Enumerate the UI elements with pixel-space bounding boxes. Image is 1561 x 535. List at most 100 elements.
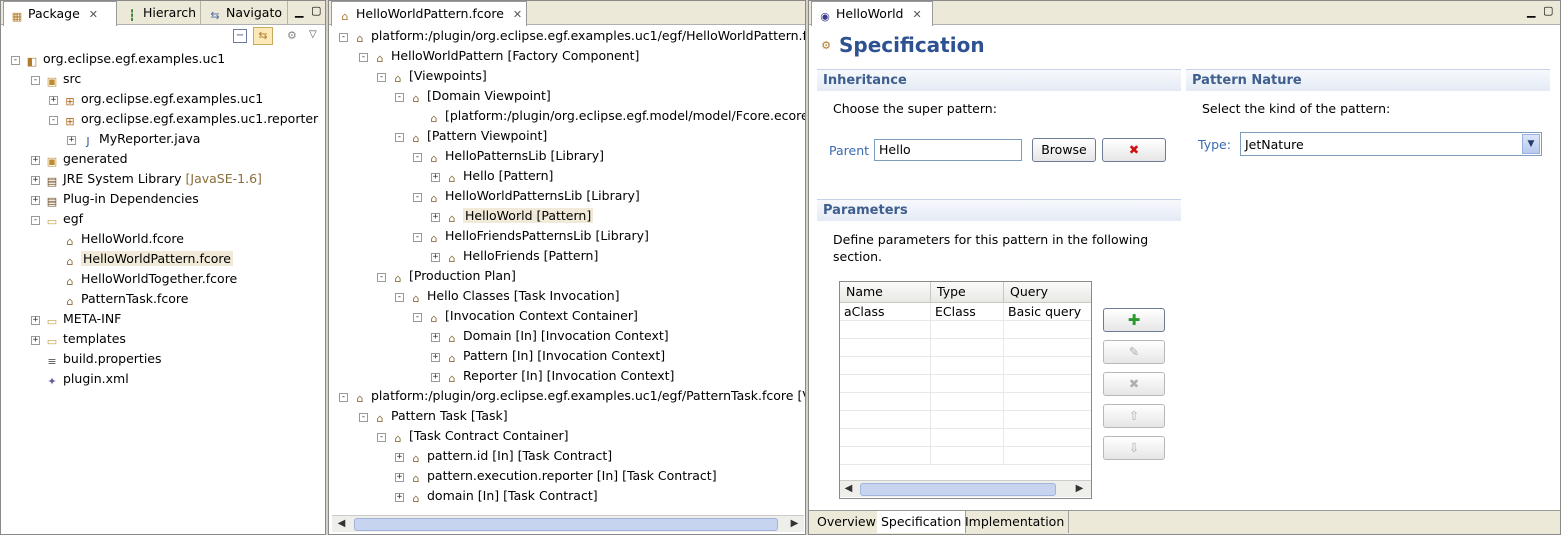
- package-tree-item[interactable]: - ▭ egf: [31, 209, 83, 229]
- expand-icon[interactable]: +: [431, 253, 440, 262]
- chevron-down-icon[interactable]: ▽: [309, 29, 317, 40]
- view-menu-icon[interactable]: ⚙: [287, 29, 297, 42]
- type-select[interactable]: JetNature ▼: [1240, 132, 1542, 156]
- tab-helloworld[interactable]: ◉ HelloWorld ✕: [811, 1, 933, 26]
- tab-package[interactable]: ▦ Package ✕: [3, 1, 117, 26]
- close-icon[interactable]: ✕: [89, 8, 98, 21]
- collapse-icon[interactable]: -: [395, 293, 404, 302]
- table-row[interactable]: [840, 393, 1091, 411]
- parameters-section-header[interactable]: Parameters: [817, 199, 1181, 221]
- table-row[interactable]: [840, 429, 1091, 447]
- package-tree-item[interactable]: - ▣ src: [31, 69, 81, 89]
- package-tree-item[interactable]: - ⊞ org.eclipse.egf.examples.uc1.reporter: [49, 109, 318, 129]
- add-parameter-button[interactable]: ✚: [1103, 308, 1165, 332]
- fcore-tree-item[interactable]: - ⌂ [Viewpoints]: [377, 66, 487, 86]
- package-tree-item[interactable]: ⌂ HelloWorldTogether.fcore: [49, 269, 238, 289]
- fcore-tree-item[interactable]: - ⌂ [Pattern Viewpoint]: [395, 126, 547, 146]
- fcore-tree-item[interactable]: - ⌂ [Production Plan]: [377, 266, 516, 286]
- maximize-icon[interactable]: ▢: [311, 4, 321, 17]
- scroll-right-icon[interactable]: ▶: [1072, 482, 1087, 497]
- expand-icon[interactable]: +: [31, 196, 40, 205]
- table-row[interactable]: [840, 447, 1091, 465]
- fcore-tree-item[interactable]: - ⌂ Hello Classes [Task Invocation]: [395, 286, 620, 306]
- collapse-icon[interactable]: -: [413, 313, 422, 322]
- link-with-editor-icon[interactable]: ⇆: [253, 27, 273, 45]
- scroll-right-icon[interactable]: ▶: [787, 517, 802, 532]
- collapse-icon[interactable]: -: [395, 93, 404, 102]
- collapse-icon[interactable]: -: [377, 433, 386, 442]
- fcore-tree-item[interactable]: + ⌂ HelloFriends [Pattern]: [431, 246, 598, 266]
- fcore-tree-item[interactable]: - ⌂ platform:/plugin/org.eclipse.egf.examp…: [339, 386, 805, 406]
- fcore-tree-item[interactable]: - ⌂ [Invocation Context Container]: [413, 306, 638, 326]
- scroll-left-icon[interactable]: ◀: [841, 482, 856, 497]
- expand-icon[interactable]: +: [31, 176, 40, 185]
- minimize-icon[interactable]: ▁: [295, 5, 303, 18]
- collapse-icon[interactable]: -: [413, 193, 422, 202]
- tab-hierarchy[interactable]: ┇ Hierarch: [119, 1, 201, 25]
- collapse-icon[interactable]: -: [413, 233, 422, 242]
- package-tree-item[interactable]: + J MyReporter.java: [67, 129, 200, 149]
- table-row[interactable]: [840, 375, 1091, 393]
- edit-parameter-button[interactable]: ✎: [1103, 340, 1165, 364]
- remove-parameter-button[interactable]: ✖: [1103, 372, 1165, 396]
- fcore-tree-item[interactable]: + ⌂ Hello [Pattern]: [431, 166, 553, 186]
- minimize-icon[interactable]: ▁: [1527, 5, 1535, 18]
- fcore-tree-item[interactable]: - ⌂ platform:/plugin/org.eclipse.egf.examp…: [339, 26, 805, 46]
- package-tree-item[interactable]: + ▭ templates: [31, 329, 126, 349]
- tab-fcore[interactable]: ⌂ HelloWorldPattern.fcore ✕: [331, 1, 527, 26]
- fcore-tree-item[interactable]: - ⌂ HelloFriendsPatternsLib [Library]: [413, 226, 649, 246]
- browse-button[interactable]: Browse: [1032, 138, 1096, 162]
- expand-icon[interactable]: +: [431, 353, 440, 362]
- collapse-icon[interactable]: -: [359, 53, 368, 62]
- fcore-horizontal-scrollbar[interactable]: ◀ ▶: [332, 515, 804, 532]
- expand-icon[interactable]: +: [431, 173, 440, 182]
- parent-label[interactable]: Parent: [829, 143, 869, 158]
- collapse-icon[interactable]: -: [395, 133, 404, 142]
- fcore-tree-item[interactable]: + ⌂ Domain [In] [Invocation Context]: [431, 326, 669, 346]
- collapse-icon[interactable]: -: [339, 393, 348, 402]
- column-header-type[interactable]: Type: [931, 282, 1004, 303]
- parent-input[interactable]: Hello: [874, 139, 1022, 161]
- package-tree-item[interactable]: + ⊞ org.eclipse.egf.examples.uc1: [49, 89, 263, 109]
- collapse-icon[interactable]: -: [377, 73, 386, 82]
- fcore-tree-item[interactable]: + ⌂ Reporter [In] [Invocation Context]: [431, 366, 674, 386]
- expand-icon[interactable]: +: [431, 213, 440, 222]
- package-tree-item[interactable]: + ▭ META-INF: [31, 309, 121, 329]
- collapse-icon[interactable]: -: [413, 153, 422, 162]
- table-row[interactable]: [840, 339, 1091, 357]
- clear-parent-button[interactable]: ✖: [1102, 138, 1166, 162]
- inheritance-section-header[interactable]: Inheritance: [817, 69, 1181, 91]
- collapse-icon[interactable]: -: [31, 76, 40, 85]
- table-row[interactable]: [840, 321, 1091, 339]
- fcore-tree-item[interactable]: - ⌂ HelloWorldPattern [Factory Component]: [359, 46, 639, 66]
- move-up-button[interactable]: ⇧: [1103, 404, 1165, 428]
- expand-icon[interactable]: +: [431, 373, 440, 382]
- expand-icon[interactable]: +: [31, 156, 40, 165]
- expand-icon[interactable]: +: [49, 96, 58, 105]
- column-header-query[interactable]: Query: [1004, 282, 1091, 303]
- fcore-tree-item[interactable]: - ⌂ [Domain Viewpoint]: [395, 86, 551, 106]
- collapse-icon[interactable]: -: [49, 116, 58, 125]
- package-tree-item[interactable]: + ▣ generated: [31, 149, 128, 169]
- table-row[interactable]: [840, 411, 1091, 429]
- scroll-left-icon[interactable]: ◀: [334, 517, 349, 532]
- package-tree-item[interactable]: ⌂ HelloWorldPattern.fcore: [49, 249, 233, 269]
- fcore-tree-item[interactable]: ⌂ [platform:/plugin/org.eclipse.egf.model…: [413, 106, 806, 126]
- fcore-tree-item[interactable]: - ⌂ HelloPatternsLib [Library]: [413, 146, 604, 166]
- package-tree-item[interactable]: + ▤ Plug-in Dependencies: [31, 189, 199, 209]
- package-tree-item[interactable]: ≡ build.properties: [31, 349, 161, 369]
- close-icon[interactable]: ✕: [513, 8, 522, 21]
- expand-icon[interactable]: +: [395, 473, 404, 482]
- expand-icon[interactable]: +: [67, 136, 76, 145]
- table-row[interactable]: [840, 357, 1091, 375]
- package-tree-item[interactable]: + ▤ JRE System Library [JavaSE-1.6]: [31, 169, 262, 189]
- package-tree-item[interactable]: ⌂ HelloWorld.fcore: [49, 229, 184, 249]
- package-tree-item[interactable]: ✦ plugin.xml: [31, 369, 128, 389]
- scroll-thumb[interactable]: [354, 518, 778, 531]
- fcore-tree-item[interactable]: - ⌂ Pattern Task [Task]: [359, 406, 508, 426]
- parameters-table[interactable]: Name Type Query ◀ ▶ aClass EClass Basic qu…: [839, 281, 1092, 499]
- expand-icon[interactable]: +: [431, 333, 440, 342]
- collapse-icon[interactable]: -: [359, 413, 368, 422]
- tab-implementation[interactable]: Implementation: [961, 511, 1070, 533]
- expand-icon[interactable]: +: [31, 316, 40, 325]
